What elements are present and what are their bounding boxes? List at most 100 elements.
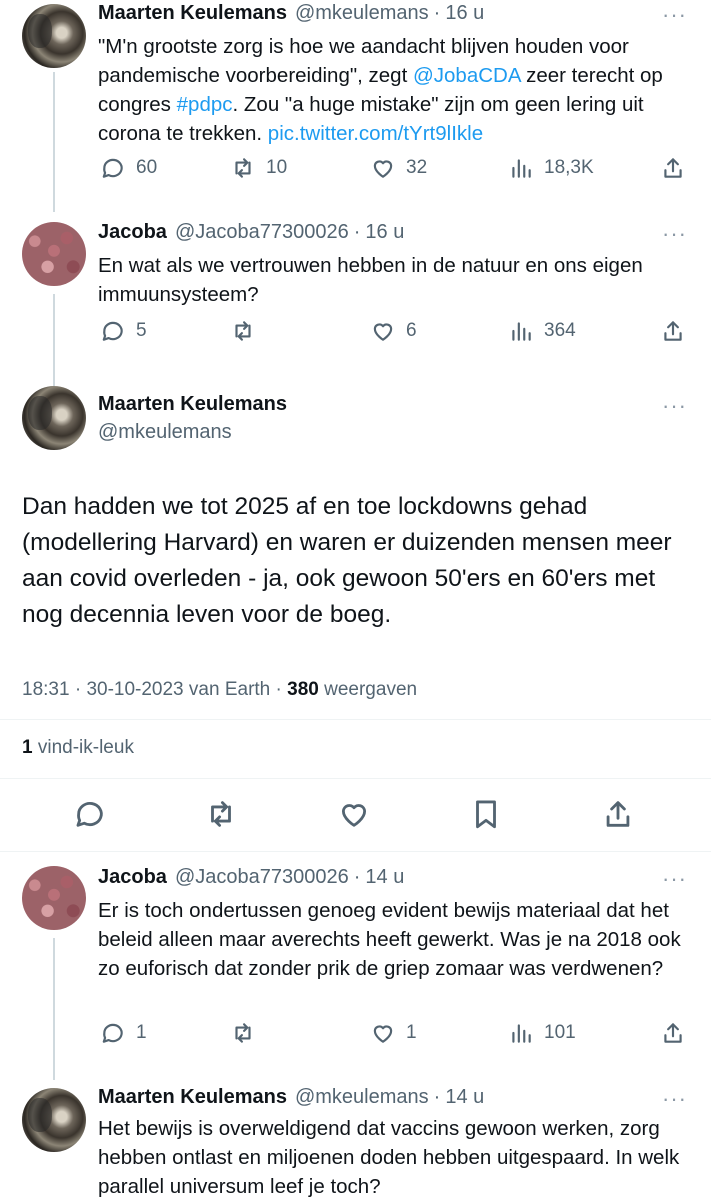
- reply-icon: [102, 321, 123, 341]
- tweet-actions: 60 10 32 18,3K: [98, 151, 694, 185]
- timestamp[interactable]: 14 u: [445, 1086, 484, 1109]
- like-count: 6: [406, 320, 417, 341]
- like-button[interactable]: 6: [370, 314, 417, 348]
- author-name[interactable]: Maarten Keulemans: [98, 393, 287, 416]
- tweet-header: Maarten Keulemans @mkeulemans · 16 u: [98, 2, 691, 28]
- retweet-button[interactable]: 10: [230, 151, 287, 185]
- author-handle[interactable]: @mkeulemans: [98, 421, 232, 444]
- tweet-time[interactable]: 18:31: [22, 679, 70, 700]
- mention-link[interactable]: @JobaCDA: [413, 64, 520, 87]
- tweet-source: van Earth: [188, 679, 271, 700]
- avatar[interactable]: [22, 386, 86, 450]
- like-button[interactable]: 32: [370, 151, 427, 185]
- likes-label: vind-ik-leuk: [37, 737, 134, 758]
- like-button[interactable]: 1: [370, 1016, 417, 1050]
- views-icon: [512, 1024, 531, 1043]
- retweet-icon: [235, 1023, 251, 1043]
- thread-line: [53, 294, 55, 386]
- timestamp[interactable]: 16 u: [445, 2, 484, 25]
- retweet-count: 10: [266, 157, 288, 178]
- separator: ·: [433, 1086, 441, 1108]
- more-icon[interactable]: ···: [662, 221, 687, 247]
- views-button[interactable]: 18,3K: [508, 151, 594, 185]
- avatar[interactable]: [22, 866, 86, 930]
- reply-button[interactable]: [73, 797, 107, 831]
- author-handle[interactable]: @mkeulemans: [295, 1086, 429, 1109]
- share-icon: [664, 321, 682, 341]
- views-count: 364: [544, 320, 576, 341]
- tweet-actions: 5 6 364: [98, 314, 694, 348]
- views-button[interactable]: 364: [508, 314, 576, 348]
- like-icon: [373, 160, 393, 178]
- share-button[interactable]: [660, 151, 686, 185]
- separator: ·: [433, 2, 441, 24]
- author-name[interactable]: Jacoba: [98, 866, 167, 889]
- share-button[interactable]: [660, 1016, 686, 1050]
- share-button[interactable]: [660, 314, 686, 348]
- author-handle[interactable]: @Jacoba77300026: [175, 866, 349, 889]
- retweet-button[interactable]: [230, 314, 266, 348]
- reply-icon: [76, 802, 103, 827]
- like-count: 1: [406, 1022, 417, 1043]
- timestamp[interactable]: 16 u: [365, 221, 404, 244]
- views-icon: [512, 159, 531, 178]
- more-icon[interactable]: ···: [662, 866, 687, 892]
- avatar[interactable]: [22, 1088, 86, 1152]
- views-icon: [512, 322, 531, 341]
- more-icon[interactable]: ···: [662, 2, 687, 28]
- author-name[interactable]: Maarten Keulemans: [98, 1086, 287, 1109]
- reply-button[interactable]: 1: [100, 1016, 147, 1050]
- hashtag-link[interactable]: #pdpc: [177, 93, 233, 116]
- tweet-meta: 18:31 · 30-10-2023 van Earth · 380 weerg…: [22, 679, 417, 701]
- tweet-header: Maarten Keulemans @mkeulemans · 14 u: [98, 1086, 691, 1112]
- author-handle[interactable]: @Jacoba77300026: [175, 221, 349, 244]
- bookmark-button[interactable]: [469, 797, 503, 831]
- retweet-button[interactable]: [230, 1016, 266, 1050]
- views-label: weergaven: [324, 679, 418, 700]
- retweet-icon: [235, 321, 251, 341]
- more-icon[interactable]: ···: [662, 1086, 687, 1112]
- views-button[interactable]: 101: [508, 1016, 576, 1050]
- likes-count: 1: [22, 737, 33, 758]
- reply-icon: [102, 1023, 123, 1043]
- tweet-text: En wat als we vertrouwen hebben in de na…: [98, 254, 643, 306]
- timestamp[interactable]: 14 u: [365, 866, 404, 889]
- author-name[interactable]: Jacoba: [98, 221, 167, 244]
- tweet-date[interactable]: 30-10-2023: [86, 679, 183, 700]
- retweet-icon: [211, 801, 231, 827]
- tweet-text: "M'n grootste zorg is hoe we aandacht bl…: [98, 32, 698, 148]
- more-icon[interactable]: ···: [662, 393, 687, 419]
- tweet-text: Er is toch ondertussen genoeg evident be…: [98, 899, 681, 980]
- tweet-text: Dan hadden we tot 2025 af en toe lockdow…: [22, 493, 672, 628]
- retweet-button[interactable]: [204, 797, 238, 831]
- share-icon: [664, 1023, 682, 1043]
- tweet-text: Het bewijs is overweldigend dat vaccins …: [98, 1117, 680, 1198]
- avatar[interactable]: [22, 4, 86, 68]
- tweet-header: Jacoba @Jacoba77300026 · 14 u: [98, 866, 691, 892]
- reply-icon: [102, 158, 123, 178]
- likes-summary[interactable]: 1 vind-ik-leuk: [22, 737, 134, 759]
- reply-button[interactable]: 60: [100, 151, 157, 185]
- author-handle[interactable]: @mkeulemans: [295, 2, 429, 25]
- tweet-header: Jacoba @Jacoba77300026 · 16 u: [98, 221, 691, 247]
- media-link[interactable]: pic.twitter.com/tYrt9lIkle: [268, 122, 483, 145]
- like-count: 32: [406, 157, 428, 178]
- retweet-icon: [235, 158, 251, 178]
- tweet-actions: 1 1 101: [98, 1016, 694, 1050]
- like-icon: [341, 804, 367, 827]
- avatar[interactable]: [22, 222, 86, 286]
- like-icon: [373, 323, 393, 341]
- reply-button[interactable]: 5: [100, 314, 147, 348]
- views-count: 101: [544, 1022, 576, 1043]
- reply-count: 1: [136, 1022, 147, 1043]
- share-button[interactable]: [601, 797, 635, 831]
- author-name[interactable]: Maarten Keulemans: [98, 2, 287, 25]
- divider: [0, 719, 711, 720]
- like-button[interactable]: [337, 797, 371, 831]
- share-icon: [606, 801, 630, 827]
- separator: ·: [353, 221, 361, 243]
- separator: ·: [74, 679, 82, 700]
- share-icon: [664, 158, 682, 178]
- separator: ·: [275, 679, 282, 700]
- reply-count: 60: [136, 157, 158, 178]
